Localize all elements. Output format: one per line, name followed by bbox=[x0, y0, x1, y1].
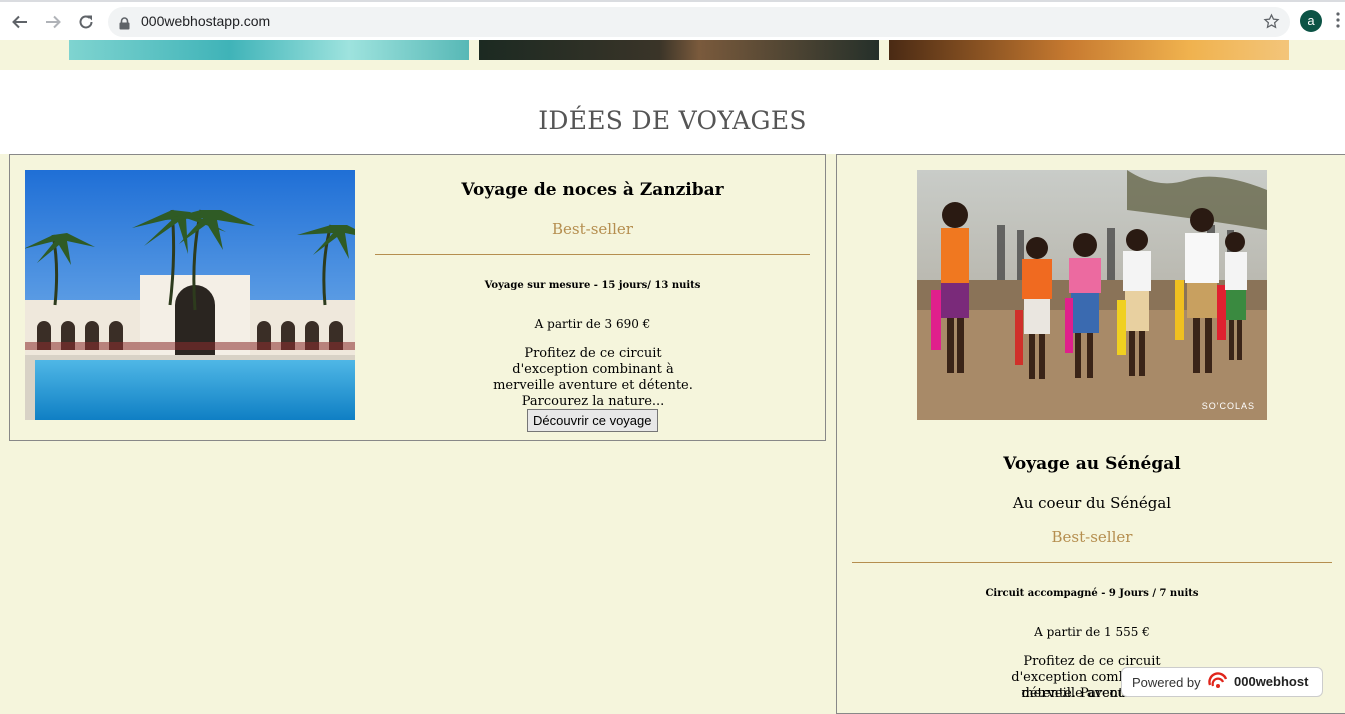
trip-title: Voyage au Sénégal bbox=[1003, 454, 1181, 474]
destination-thumb-3[interactable] bbox=[889, 40, 1289, 60]
trip-meta: Voyage sur mesure - 15 jours/ 13 nuits bbox=[484, 280, 701, 291]
discover-trip-button[interactable]: Découvrir ce voyage bbox=[527, 409, 658, 432]
lock-icon[interactable] bbox=[119, 15, 130, 34]
webhost-brand: 000webhost bbox=[1234, 674, 1309, 689]
trip-description: Profitez de ce circuit d'exception combi… bbox=[493, 346, 693, 409]
photo-credit: SO'COLAS bbox=[1201, 401, 1255, 411]
trip-price: A partir de 1 555 € bbox=[1034, 625, 1150, 639]
section-heading: IDÉES DE VOYAGES bbox=[538, 106, 807, 135]
destination-thumb-2[interactable] bbox=[479, 40, 879, 60]
divider bbox=[375, 254, 810, 255]
trip-title: Voyage de noces à Zanzibar bbox=[461, 180, 724, 200]
reload-icon[interactable] bbox=[74, 10, 98, 34]
profile-avatar[interactable]: a bbox=[1300, 10, 1322, 32]
back-arrow-icon[interactable] bbox=[8, 10, 32, 34]
powered-by-badge[interactable]: Powered by 000webhost bbox=[1121, 667, 1323, 697]
destination-thumb-1[interactable] bbox=[69, 40, 469, 60]
bookmark-star-icon[interactable] bbox=[1263, 13, 1280, 34]
address-bar[interactable]: 000webhostapp.com bbox=[108, 7, 1290, 37]
powered-by-label: Powered by bbox=[1132, 675, 1201, 690]
trip-card-senegal: SO'COLAS Voyage au Sénégal Au coeur du S… bbox=[836, 154, 1345, 714]
trip-price: A partir de 3 690 € bbox=[534, 317, 651, 331]
divider bbox=[852, 562, 1332, 563]
best-seller-tag: Best-seller bbox=[1051, 528, 1133, 546]
webhost-logo-icon bbox=[1207, 671, 1229, 696]
senegal-photo[interactable]: SO'COLAS bbox=[917, 170, 1267, 420]
menu-kebab-icon[interactable] bbox=[1336, 12, 1340, 32]
trip-meta: Circuit accompagné - 9 Jours / 7 nuits bbox=[985, 588, 1199, 599]
trip-card-zanzibar: Voyage de noces à Zanzibar Best-seller V… bbox=[9, 154, 826, 441]
url-text[interactable]: 000webhostapp.com bbox=[141, 13, 270, 29]
forward-arrow-icon[interactable] bbox=[41, 10, 65, 34]
browser-toolbar: 000webhostapp.com a bbox=[0, 0, 1345, 40]
trip-subtitle: Au coeur du Sénégal bbox=[1012, 494, 1172, 512]
zanzibar-photo[interactable] bbox=[25, 170, 355, 420]
best-seller-tag: Best-seller bbox=[552, 220, 633, 238]
